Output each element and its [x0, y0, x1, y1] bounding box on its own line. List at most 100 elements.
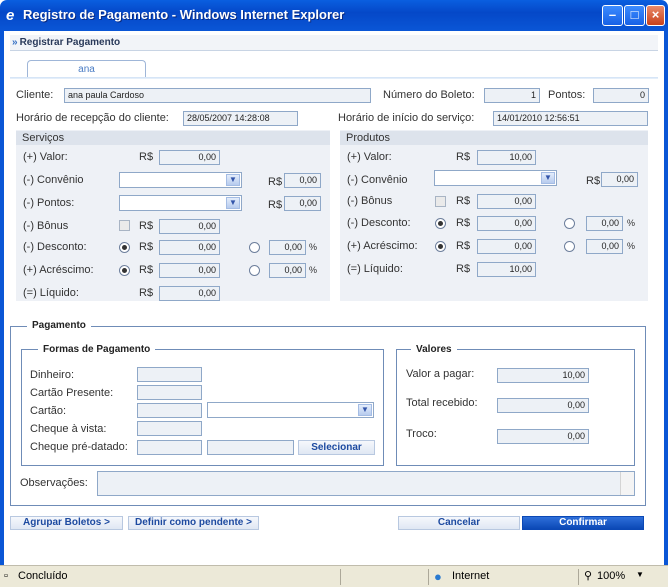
produtos-liquido-field[interactable]: 10,00 [477, 262, 536, 277]
percent-label: % [309, 265, 318, 275]
percent-label: % [627, 241, 636, 251]
status-separator [578, 569, 579, 585]
ie-icon: e [6, 7, 15, 24]
servicos-bonus-field[interactable]: 0,00 [159, 219, 220, 234]
produtos-acrescimo-pct-radio[interactable] [564, 241, 575, 252]
currency-label: R$ [456, 151, 471, 163]
zoom-dropdown-icon[interactable]: ▼ [636, 570, 644, 579]
minimize-button[interactable]: – [602, 5, 623, 26]
produtos-acrescimo-field[interactable]: 0,00 [477, 239, 536, 254]
currency-label: R$ [456, 240, 471, 252]
produtos-desconto-rs-radio[interactable] [435, 218, 446, 229]
troco-label: Troco: [406, 428, 437, 440]
cheque-pre-field[interactable] [137, 440, 202, 455]
maximize-button[interactable]: □ [624, 5, 645, 26]
currency-label: R$ [139, 241, 154, 253]
servicos-acrescimo-pct-field[interactable]: 0,00 [269, 263, 306, 278]
chevron-down-icon: ▼ [541, 172, 555, 184]
servicos-valor-label: (+) Valor: [23, 151, 68, 163]
cartao-label: Cartão: [30, 405, 67, 417]
produtos-valor-field[interactable]: 10,00 [477, 150, 536, 165]
cheque-pre-label: Cheque pré-datado: [30, 441, 128, 453]
window-title: Registro de Pagamento - Windows Internet… [23, 7, 345, 22]
produtos-convenio-field[interactable]: 0,00 [601, 172, 638, 187]
currency-label: R$ [139, 220, 154, 232]
servicos-convenio-field[interactable]: 0,00 [284, 173, 321, 188]
close-button[interactable]: × [646, 5, 665, 26]
produtos-convenio-select[interactable]: ▼ [434, 170, 557, 186]
cartao-field[interactable] [137, 403, 202, 418]
selecionar-button[interactable]: Selecionar [298, 440, 375, 455]
tab-ana[interactable]: ana [27, 60, 146, 78]
currency-label: R$ [586, 175, 601, 187]
produtos-valor-label: (+) Valor: [347, 151, 392, 163]
definir-pendente-button[interactable]: Definir como pendente > [128, 516, 259, 530]
cliente-field[interactable]: ana paula Cardoso [64, 88, 371, 103]
observacoes-scrollbar[interactable] [620, 472, 634, 495]
boleto-field[interactable]: 1 [484, 88, 540, 103]
inicio-field[interactable]: 14/01/2010 12:56:51 [493, 111, 648, 126]
recepcao-field[interactable]: 28/05/2007 14:28:08 [183, 111, 298, 126]
total-recebido-field[interactable]: 0,00 [497, 398, 589, 413]
dinheiro-field[interactable] [137, 367, 202, 382]
servicos-pontos-label: (-) Pontos: [23, 197, 75, 209]
cartao-presente-field[interactable] [137, 385, 202, 400]
produtos-liquido-label: (=) Líquido: [347, 263, 403, 275]
produtos-desconto-label: (-) Desconto: [347, 217, 411, 229]
produtos-desconto-field[interactable]: 0,00 [477, 216, 536, 231]
pontos-field[interactable]: 0 [593, 88, 649, 103]
status-separator [340, 569, 341, 585]
servicos-convenio-select[interactable]: ▼ [119, 172, 242, 188]
status-bar: ▫ Concluído ● Internet ⚲ 100% ▼ [0, 565, 668, 587]
produtos-bonus-field[interactable]: 0,00 [477, 194, 536, 209]
cheque-pre-field-2[interactable] [207, 440, 294, 455]
troco-field[interactable]: 0,00 [497, 429, 589, 444]
cancelar-button[interactable]: Cancelar [398, 516, 520, 530]
servicos-acrescimo-label: (+) Acréscimo: [23, 264, 94, 276]
servicos-bonus-checkbox[interactable] [119, 220, 130, 231]
servicos-pontos-field[interactable]: 0,00 [284, 196, 321, 211]
produtos-acrescimo-pct-field[interactable]: 0,00 [586, 239, 623, 254]
observacoes-textarea[interactable] [97, 471, 635, 496]
agrupar-boletos-button[interactable]: Agrupar Boletos > [10, 516, 123, 530]
produtos-desconto-pct-field[interactable]: 0,00 [586, 216, 623, 231]
chevron-down-icon: ▼ [226, 174, 240, 186]
produtos-convenio-label: (-) Convênio [347, 174, 408, 186]
currency-label: R$ [139, 151, 154, 163]
globe-icon: ● [434, 569, 442, 584]
observacoes-label: Observações: [20, 477, 88, 489]
servicos-desconto-pct-field[interactable]: 0,00 [269, 240, 306, 255]
servicos-convenio-label: (-) Convênio [23, 174, 84, 186]
servicos-acrescimo-pct-radio[interactable] [249, 265, 260, 276]
servicos-desconto-label: (-) Desconto: [23, 241, 87, 253]
servicos-bonus-label: (-) Bônus [23, 220, 69, 232]
servicos-pontos-select[interactable]: ▼ [119, 195, 242, 211]
servicos-liquido-field[interactable]: 0,00 [159, 286, 220, 301]
servicos-desconto-rs-radio[interactable] [119, 242, 130, 253]
servicos-desconto-pct-radio[interactable] [249, 242, 260, 253]
currency-label: R$ [268, 199, 283, 211]
servicos-acrescimo-field[interactable]: 0,00 [159, 263, 220, 278]
zoom-level[interactable]: 100% [597, 570, 625, 582]
valor-pagar-label: Valor a pagar: [406, 368, 475, 380]
produtos-acrescimo-rs-radio[interactable] [435, 241, 446, 252]
total-recebido-label: Total recebido: [406, 397, 478, 409]
servicos-desconto-field[interactable]: 0,00 [159, 240, 220, 255]
chevron-down-icon: ▼ [358, 404, 372, 416]
produtos-title: Produtos [340, 131, 648, 145]
formas-title: Formas de Pagamento [38, 344, 156, 355]
inicio-label: Horário de início do serviço: [338, 112, 475, 124]
servicos-acrescimo-rs-radio[interactable] [119, 265, 130, 276]
cliente-label: Cliente: [16, 89, 54, 101]
servicos-valor-field[interactable]: 0,00 [159, 150, 220, 165]
cheque-vista-field[interactable] [137, 421, 202, 436]
produtos-bonus-checkbox[interactable] [435, 196, 446, 207]
breadcrumb-chevron-icon: » [12, 37, 18, 48]
zoom-icon: ⚲ [584, 570, 593, 582]
produtos-desconto-pct-radio[interactable] [564, 218, 575, 229]
cartao-select[interactable]: ▼ [207, 402, 374, 418]
breadcrumb: » Registrar Pagamento [10, 35, 658, 51]
valor-pagar-field[interactable]: 10,00 [497, 368, 589, 383]
tab-underline [10, 77, 658, 79]
confirmar-button[interactable]: Confirmar [522, 516, 644, 530]
